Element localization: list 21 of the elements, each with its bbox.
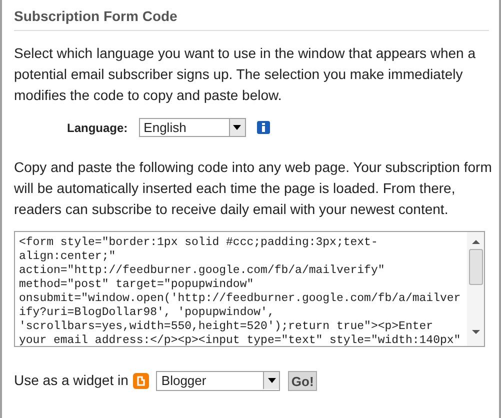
code-line: onsubmit="window.open('http://feedburner.google.com/fb/a/mailver [19,292,461,306]
blogger-logo-icon [133,372,150,388]
widget-label: Use as a widget in [14,371,128,390]
instructions-text: Copy and paste the following code into any web page. Your subscription form will be automatically inserted each time the page is loaded. From there, readers can subscribe to receive daily email with your newest content. [14,158,492,219]
intro-text: Select which language you want to use in the window that appears when a potential email subscriber signs up. The selection you make immediately modifies the code to copy and paste below. [14,44,477,105]
code-line: method="post" target="popupwindow" [19,278,254,292]
go-button[interactable]: Go! [288,370,317,390]
scrollbar[interactable] [467,232,484,346]
code-line: align:center;" [19,250,116,264]
language-label: Language: [67,120,128,136]
language-select[interactable]: English [138,118,246,137]
code-line: 'scrollbars=yes,width=550,height=520');return true"><p>Enter [19,320,434,334]
code-line: <form style="border:1px solid #ccc;padding:3px;text- [19,236,378,250]
info-icon[interactable] [256,121,270,134]
code-line: action="http://feedburner.google.com/fb/a/mailverify" [19,264,385,278]
code-line: your email address:</p><p><input type="text" style="width:140px" [19,334,461,346]
section-title: Subscription Form Code [14,6,489,31]
code-textarea[interactable] [14,231,485,347]
platform-select[interactable]: Blogger [156,370,280,390]
scroll-thumb[interactable] [468,249,482,285]
code-line: ify?uri=BlogDollar98', 'popupwindow', [19,306,274,320]
